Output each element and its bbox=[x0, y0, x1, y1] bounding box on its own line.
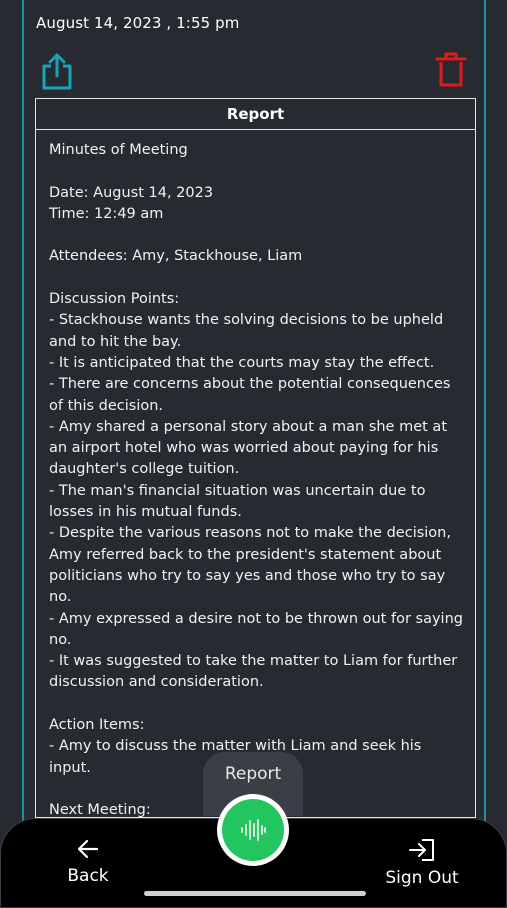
share-icon bbox=[42, 53, 72, 90]
audio-wave-icon bbox=[241, 819, 266, 841]
report-datetime: August 14, 2023 , 1:55 pm bbox=[36, 14, 240, 32]
arrow-left-icon bbox=[77, 839, 99, 859]
sign-out-button[interactable]: Sign Out bbox=[380, 838, 464, 888]
delete-button[interactable] bbox=[435, 51, 467, 89]
report-content[interactable]: Minutes of Meeting Date: August 14, 2023… bbox=[36, 130, 475, 817]
report-title: Report bbox=[36, 99, 475, 130]
back-button[interactable]: Back bbox=[58, 838, 118, 886]
back-label: Back bbox=[67, 866, 109, 886]
sign-out-icon bbox=[409, 839, 434, 861]
share-button[interactable] bbox=[40, 51, 74, 91]
report-panel: Report Minutes of Meeting Date: August 1… bbox=[35, 98, 476, 818]
record-button[interactable] bbox=[222, 799, 284, 861]
sign-out-label: Sign Out bbox=[385, 868, 459, 888]
home-indicator bbox=[144, 891, 366, 896]
trash-icon bbox=[435, 52, 467, 87]
